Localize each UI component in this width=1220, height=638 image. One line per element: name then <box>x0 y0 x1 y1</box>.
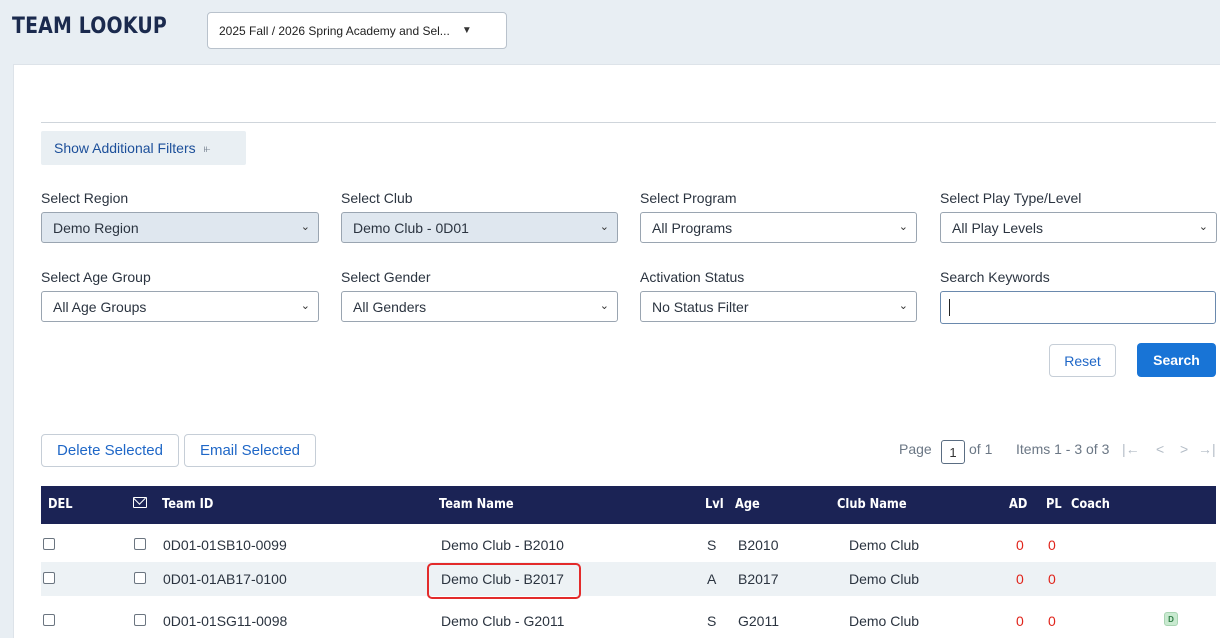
top-bar: TEAM LOOKUP 2025 Fall / 2026 Spring Acad… <box>0 0 1220 60</box>
delete-checkbox[interactable] <box>43 538 55 550</box>
email-checkbox[interactable] <box>134 572 146 584</box>
col-ad[interactable]: AD <box>1009 497 1027 512</box>
prev-page-icon[interactable]: < <box>1156 441 1164 457</box>
email-checkbox[interactable] <box>134 538 146 550</box>
keywords-label: Search Keywords <box>940 269 1050 285</box>
chevron-down-icon: ⌄ <box>898 221 908 233</box>
age-cell: B2017 <box>738 571 779 587</box>
region-select[interactable]: Demo Region ⌄ <box>41 212 319 243</box>
gender-select[interactable]: All Genders ⌄ <box>341 291 618 322</box>
club-select-value: Demo Club - 0D01 <box>353 219 469 236</box>
text-cursor <box>949 299 950 316</box>
page-number-input[interactable]: 1 <box>941 440 965 464</box>
col-del[interactable]: DEL <box>48 497 73 512</box>
email-selected-button[interactable]: Email Selected <box>184 434 316 467</box>
ad-count[interactable]: 0 <box>1016 537 1024 553</box>
ad-count[interactable]: 0 <box>1016 571 1024 587</box>
last-page-icon[interactable]: →| <box>1198 441 1216 457</box>
chevron-down-icon: ⌄ <box>1198 221 1208 233</box>
search-keywords-input[interactable] <box>940 291 1216 324</box>
play-type-select-value: All Play Levels <box>952 219 1044 236</box>
club-name-cell: Demo Club <box>849 537 920 553</box>
play-type-label: Select Play Type/Level <box>940 190 1082 206</box>
filters-toggle-label: Show Additional Filters <box>54 140 196 156</box>
col-age[interactable]: Age <box>735 497 760 512</box>
activation-label: Activation Status <box>640 269 745 285</box>
region-select-value: Demo Region <box>53 219 139 236</box>
program-select[interactable]: All Programs ⌄ <box>640 212 917 243</box>
chevron-down-icon: ⌄ <box>300 300 310 312</box>
play-type-select[interactable]: All Play Levels ⌄ <box>940 212 1217 243</box>
col-pl[interactable]: PL <box>1046 497 1062 512</box>
team-id-cell: 0D01-01AB17-0100 <box>163 571 287 587</box>
pager-page-label: Page <box>899 441 932 457</box>
col-coach[interactable]: Coach <box>1071 497 1110 512</box>
next-page-icon[interactable]: > <box>1180 441 1188 457</box>
status-badge[interactable]: D <box>1164 612 1178 626</box>
search-button[interactable]: Search <box>1137 343 1216 377</box>
age-group-select-value: All Age Groups <box>53 298 147 315</box>
lvl-cell: S <box>707 613 717 629</box>
double-chevron-down-icon: ⫦ <box>203 140 211 155</box>
region-label: Select Region <box>41 190 129 206</box>
lvl-cell: S <box>707 537 717 553</box>
ad-count[interactable]: 0 <box>1016 613 1024 629</box>
pager-items-label: Items 1 - 3 of 3 <box>1016 441 1110 457</box>
team-id-cell: 0D01-01SG11-0098 <box>163 613 288 629</box>
activation-select-value: No Status Filter <box>652 298 749 315</box>
chevron-down-icon: ⌄ <box>898 300 908 312</box>
first-page-icon[interactable]: |← <box>1122 441 1140 457</box>
chevron-down-icon: ⌄ <box>300 221 310 233</box>
age-cell: B2010 <box>738 537 779 553</box>
delete-selected-button[interactable]: Delete Selected <box>41 434 179 467</box>
table-row: 0D01-01SG11-0098 Demo Club - G2011 S G20… <box>41 604 1216 638</box>
highlight-box <box>427 563 581 599</box>
pl-count[interactable]: 0 <box>1048 571 1056 587</box>
team-name-link[interactable]: Demo Club - B2010 <box>441 537 564 553</box>
age-cell: G2011 <box>738 613 779 629</box>
caret-down-icon: ▼ <box>461 25 472 36</box>
page-title: TEAM LOOKUP <box>12 14 167 39</box>
pager-of-label: of 1 <box>969 441 993 457</box>
col-team-id[interactable]: Team ID <box>162 497 213 512</box>
col-team-name[interactable]: Team Name <box>439 497 514 512</box>
col-lvl[interactable]: Lvl <box>705 497 724 512</box>
table-row: 0D01-01SB10-0099 Demo Club - B2010 S B20… <box>41 528 1216 562</box>
age-group-select[interactable]: All Age Groups ⌄ <box>41 291 319 322</box>
table-row: 0D01-01AB17-0100 Demo Club - B2017 A B20… <box>41 562 1216 599</box>
email-checkbox[interactable] <box>134 614 146 626</box>
divider <box>41 122 1216 123</box>
team-id-cell: 0D01-01SB10-0099 <box>163 537 287 553</box>
pl-count[interactable]: 0 <box>1048 537 1056 553</box>
col-club-name[interactable]: Club Name <box>837 497 907 512</box>
club-name-cell: Demo Club <box>849 571 920 587</box>
table-header: DEL Team ID Team Name Lvl Age Club Name … <box>41 486 1216 524</box>
program-select-value: All Programs <box>652 219 733 236</box>
envelope-icon[interactable] <box>133 497 147 508</box>
club-select[interactable]: Demo Club - 0D01 ⌄ <box>341 212 618 243</box>
delete-checkbox[interactable] <box>43 572 55 584</box>
lvl-cell: A <box>707 571 717 587</box>
program-label: Select Program <box>640 190 737 206</box>
delete-checkbox[interactable] <box>43 614 55 626</box>
chevron-down-icon: ⌄ <box>599 221 609 233</box>
team-name-link[interactable]: Demo Club - G2011 <box>441 613 564 629</box>
show-additional-filters-button[interactable]: Show Additional Filters ⫦ <box>41 131 246 165</box>
gender-label: Select Gender <box>341 269 431 285</box>
activation-select[interactable]: No Status Filter ⌄ <box>640 291 917 322</box>
season-select-value: 2025 Fall / 2026 Spring Academy and Sel.… <box>219 23 450 38</box>
gender-select-value: All Genders <box>353 298 427 315</box>
pl-count[interactable]: 0 <box>1048 613 1056 629</box>
club-label: Select Club <box>341 190 413 206</box>
club-name-cell: Demo Club <box>849 613 920 629</box>
age-group-label: Select Age Group <box>41 269 151 285</box>
reset-button[interactable]: Reset <box>1049 344 1116 377</box>
chevron-down-icon: ⌄ <box>599 300 609 312</box>
season-select[interactable]: 2025 Fall / 2026 Spring Academy and Sel.… <box>207 12 507 49</box>
